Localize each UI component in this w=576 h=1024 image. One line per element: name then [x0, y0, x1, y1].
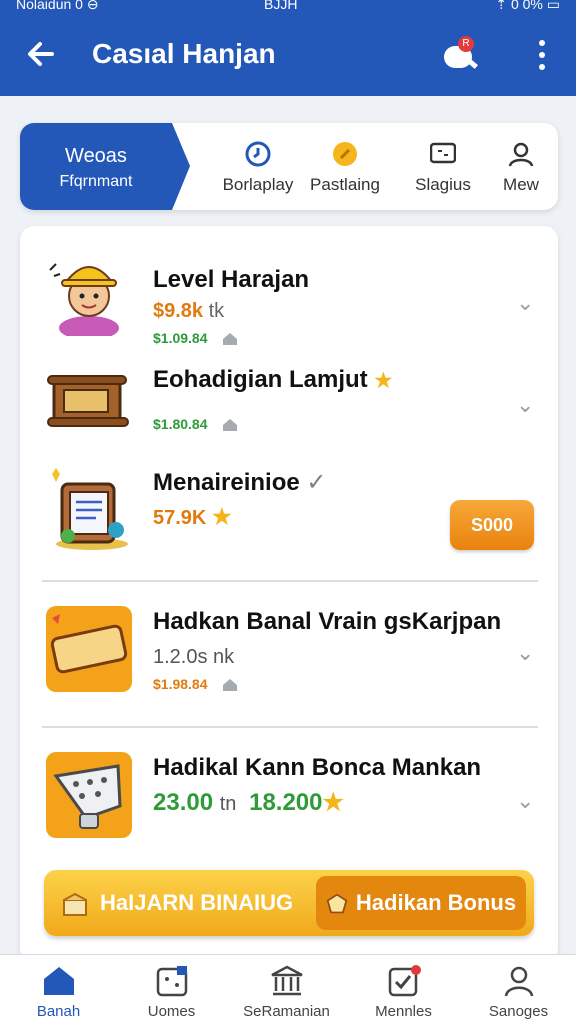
chevron-down-icon[interactable]: ⌄ [516, 642, 538, 664]
item-price: 57.9K ★ [153, 504, 232, 529]
nav-home[interactable]: Banah [1, 955, 116, 1024]
status-left: Nolaidun 0 ⊖ [16, 0, 99, 12]
nav-games[interactable]: Uomes [114, 955, 229, 1024]
chevron-down-icon[interactable]: ⌄ [516, 292, 538, 314]
wooden-chest-icon [47, 375, 129, 427]
status-right: ⇡ 0 0% ▭ [495, 0, 560, 12]
tab-label: Mew [503, 175, 539, 194]
nav-label: Banah [36, 1003, 81, 1020]
item-name: Eohadigian Lamjut ★ [153, 366, 393, 393]
page-title: Casıal Hanjan [92, 38, 276, 69]
home-small-icon [222, 419, 237, 432]
star-icon: ★ [211, 504, 232, 529]
home-icon [44, 967, 74, 995]
star-icon: ★ [322, 789, 345, 816]
chevron-down-icon[interactable]: ⌄ [516, 394, 538, 416]
nav-label: SeRamanian [243, 1003, 330, 1020]
hadikan-bonus-button[interactable]: Hadikan Bonus [316, 876, 526, 930]
profile-icon [504, 966, 534, 997]
tab-active-subtitle: Ffqrnmant [59, 173, 133, 190]
tab-active-title: Weoas [65, 145, 127, 167]
clock-icon [245, 141, 271, 167]
item-subprice: $1.80.84 [153, 416, 238, 432]
item-subprice: $1.09.84 [153, 330, 238, 346]
item-price: 23.00 tn 18.200★ [153, 789, 345, 816]
item-list-card: Level Harajan $9.8k tk $1.09.84 ⌄ Eohadi… [20, 226, 558, 962]
tab-label: Pastlaing [310, 175, 380, 194]
buy-button[interactable]: S000 [450, 500, 534, 550]
chat-icon [430, 142, 456, 164]
item-name: Hadkan Banal Vrain gsKarjpan [153, 608, 502, 635]
tab-mew[interactable]: Mew [476, 123, 558, 210]
back-arrow-icon[interactable] [22, 34, 62, 74]
sale-ticket-icon [46, 606, 132, 692]
nav-sanoges[interactable]: Sanoges [461, 955, 576, 1024]
more-options-icon[interactable] [528, 34, 556, 74]
item-name: Level Harajan [153, 266, 310, 293]
game-icon [156, 966, 188, 997]
divider [42, 580, 538, 582]
coin-icon [333, 142, 357, 166]
bonus-left: HaIJARN BINAIUG [62, 870, 293, 936]
item-price: 1.2.0s nk [153, 646, 235, 668]
tab-active[interactable]: Weoas Ffqrnmant [20, 123, 190, 210]
gift-box-icon [326, 893, 348, 914]
tab-borlaplay[interactable]: Borlaplay [213, 123, 303, 210]
checkmark-icon: ✓ [306, 469, 327, 496]
chevron-down-icon[interactable]: ⌄ [516, 790, 538, 812]
gift-box-icon [63, 893, 87, 917]
tab-slagius[interactable]: Slagius [398, 123, 488, 210]
item-subprice: $1.98.84 [153, 676, 238, 692]
bank-icon [271, 965, 303, 996]
dice-shaker-icon [46, 752, 132, 838]
checklist-icon [388, 965, 421, 997]
nav-label: Uomes [147, 1003, 196, 1020]
status-bar: Nolaidun 0 ⊖ BJJH ⇡ 0 0% ▭ [0, 0, 576, 18]
item-name: Hadikal Kann Bonca Mankan [153, 754, 482, 781]
tab-pastlaing[interactable]: Pastlaing [300, 123, 390, 210]
clipboard-bag-icon [52, 468, 128, 550]
bonus-banner[interactable]: HaIJARN BINAIUG Hadikan Bonus [44, 870, 534, 936]
bottom-navigation: Banah Uomes SeRamanian Mennles Sanoges [0, 954, 576, 1024]
tab-label: Slagius [415, 175, 471, 194]
farmer-avatar-icon [49, 263, 119, 336]
notification-badge: R [458, 36, 474, 52]
status-center: BJJH [264, 0, 298, 12]
app-bar: Casıal Hanjan R [0, 18, 576, 96]
person-icon [508, 142, 534, 167]
notification-button[interactable]: R [440, 36, 480, 76]
nav-seramanian[interactable]: SeRamanian [229, 955, 344, 1024]
home-small-icon [222, 679, 237, 692]
item-name: Menaireinioe ✓ [153, 469, 327, 496]
home-small-icon [222, 333, 237, 346]
item-price: $9.8k tk [153, 300, 225, 322]
star-icon: ★ [374, 370, 393, 392]
nav-mennles[interactable]: Mennles [346, 955, 461, 1024]
category-tabs: Weoas Ffqrnmant Borlaplay Pastlaing Slag… [20, 123, 558, 210]
nav-label: Mennles [375, 1003, 432, 1020]
divider [42, 726, 538, 728]
nav-label: Sanoges [488, 1003, 549, 1020]
tab-label: Borlaplay [222, 175, 294, 194]
